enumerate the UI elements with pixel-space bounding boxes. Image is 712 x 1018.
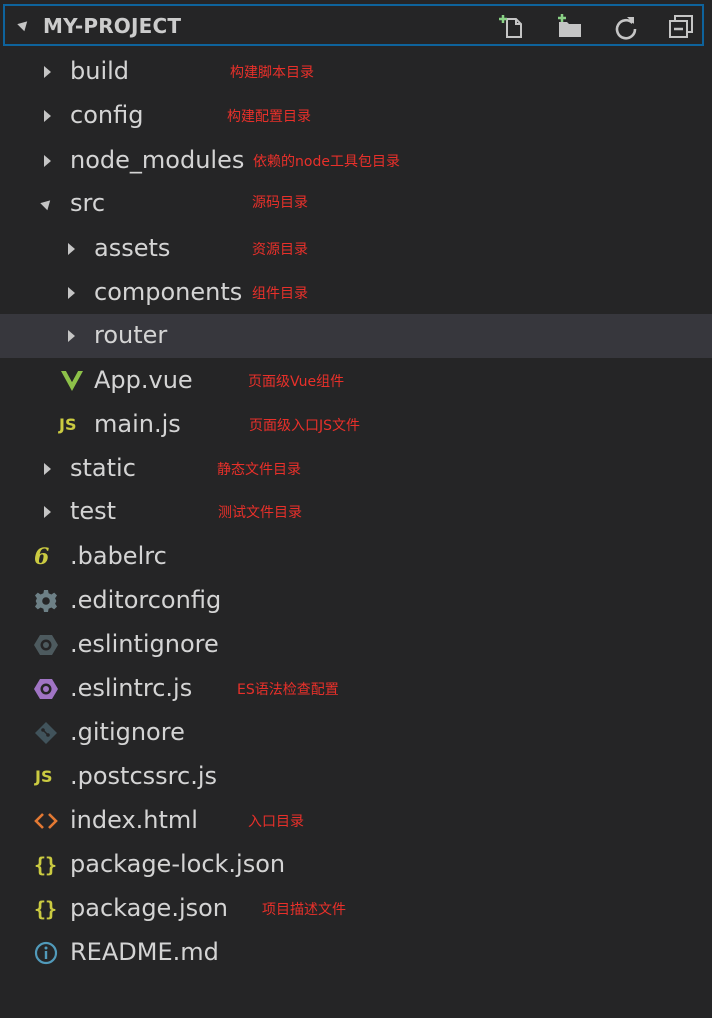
annotation: 页面级入口JS文件 <box>249 418 361 434</box>
tree-item-label: .editorconfig <box>70 586 222 614</box>
babel-icon: 6 <box>34 545 58 569</box>
tree-item-label: node_modules <box>70 146 245 174</box>
chevron-right-icon[interactable] <box>44 506 51 518</box>
chevron-right-icon[interactable] <box>44 155 51 167</box>
tree-item-label: build <box>70 57 130 85</box>
tree-item-label: package-lock.json <box>70 850 286 878</box>
tree-item-node-modules[interactable]: node_modules 依赖的node工具包目录 <box>0 139 712 183</box>
refresh-icon[interactable] <box>612 13 640 41</box>
file-explorer: MY-PROJECT build 构建脚本目录 config 构建配置目录 no… <box>0 0 712 1018</box>
annotation: 组件目录 <box>252 286 308 302</box>
chevron-down-icon[interactable] <box>40 196 54 211</box>
tree-item-label: index.html <box>70 806 198 834</box>
tree-item-label: .gitignore <box>70 718 185 746</box>
new-file-icon[interactable] <box>499 13 527 41</box>
tree-item-label: config <box>70 101 144 129</box>
explorer-header[interactable]: MY-PROJECT <box>3 4 704 46</box>
tree-item-label: README.md <box>70 938 219 966</box>
annotation: ES语法检查配置 <box>237 682 339 698</box>
collapse-all-icon[interactable] <box>667 13 695 41</box>
chevron-right-icon[interactable] <box>68 243 75 255</box>
tree-item-components[interactable]: components 组件目录 <box>0 271 712 315</box>
babel-icon-glyph: 6 <box>34 544 50 570</box>
tree-item-label: main.js <box>94 410 181 438</box>
tree-item-main-js[interactable]: JS main.js 页面级入口JS文件 <box>0 403 712 447</box>
chevron-right-icon[interactable] <box>44 66 51 78</box>
tree-item-eslintignore[interactable]: .eslintignore <box>0 623 712 667</box>
chevron-right-icon[interactable] <box>68 287 75 299</box>
tree-item-label: package.json <box>70 894 229 922</box>
tree-item-assets[interactable]: assets 资源目录 <box>0 227 712 271</box>
tree-item-package-json[interactable]: {} package.json 项目描述文件 <box>0 887 712 931</box>
tree-item-gitignore[interactable]: .gitignore <box>0 711 712 755</box>
info-icon <box>34 941 58 965</box>
tree-item-label: router <box>94 321 168 349</box>
tree-item-static[interactable]: static 静态文件目录 <box>0 447 712 491</box>
annotation: 项目描述文件 <box>262 902 346 918</box>
chevron-right-icon[interactable] <box>44 463 51 475</box>
chevron-right-icon[interactable] <box>44 110 51 122</box>
annotation: 页面级Vue组件 <box>248 374 345 390</box>
new-folder-icon[interactable] <box>556 13 584 41</box>
js-icon: JS <box>35 767 53 786</box>
tree-item-eslintrc-js[interactable]: .eslintrc.js ES语法检查配置 <box>0 667 712 711</box>
tree-item-label: static <box>70 454 136 482</box>
project-title: MY-PROJECT <box>43 14 182 38</box>
tree-item-router[interactable]: router <box>0 314 712 358</box>
json-icon: {} <box>34 897 57 921</box>
git-icon <box>34 721 58 745</box>
annotation: 入口目录 <box>248 814 304 830</box>
annotation: 资源目录 <box>252 242 308 258</box>
gear-icon <box>34 589 58 613</box>
tree-item-label: App.vue <box>94 366 193 394</box>
tree-item-readme-md[interactable]: README.md <box>0 931 712 975</box>
tree-item-config[interactable]: config 构建配置目录 <box>0 94 712 138</box>
tree-item-postcssrc-js[interactable]: JS .postcssrc.js <box>0 755 712 799</box>
annotation: 源码目录 <box>252 195 308 211</box>
collapse-section-icon[interactable] <box>17 17 31 32</box>
annotation: 静态文件目录 <box>217 462 301 478</box>
tree-item-test[interactable]: test 测试文件目录 <box>0 490 712 534</box>
tree-item-editorconfig[interactable]: .editorconfig <box>0 579 712 623</box>
annotation: 构建脚本目录 <box>230 65 314 81</box>
eslint-icon <box>34 677 58 701</box>
tree-item-label: test <box>70 497 117 525</box>
tree-item-label: components <box>94 278 243 306</box>
tree-item-label: src <box>70 189 106 217</box>
tree-item-src[interactable]: src 源码目录 <box>0 182 712 226</box>
tree-item-label: .postcssrc.js <box>70 762 217 790</box>
tree-item-package-lock-json[interactable]: {} package-lock.json <box>0 843 712 887</box>
tree-item-label: assets <box>94 234 171 262</box>
tree-item-build[interactable]: build 构建脚本目录 <box>0 50 712 94</box>
eslint-ignore-icon <box>34 633 58 657</box>
js-icon: JS <box>59 415 77 434</box>
tree-item-app-vue[interactable]: App.vue 页面级Vue组件 <box>0 359 712 403</box>
tree-item-label: .eslintignore <box>70 630 219 658</box>
vue-icon <box>60 369 84 393</box>
html-icon <box>34 809 58 833</box>
chevron-right-icon[interactable] <box>68 330 75 342</box>
annotation: 构建配置目录 <box>227 109 311 125</box>
annotation: 依赖的node工具包目录 <box>253 154 400 170</box>
tree-item-label: .eslintrc.js <box>70 674 193 702</box>
json-icon: {} <box>34 853 57 877</box>
annotation: 测试文件目录 <box>218 505 302 521</box>
tree-item-label: .babelrc <box>70 542 167 570</box>
tree-item-index-html[interactable]: index.html 入口目录 <box>0 799 712 843</box>
tree-item-babelrc[interactable]: 6 .babelrc <box>0 535 712 579</box>
